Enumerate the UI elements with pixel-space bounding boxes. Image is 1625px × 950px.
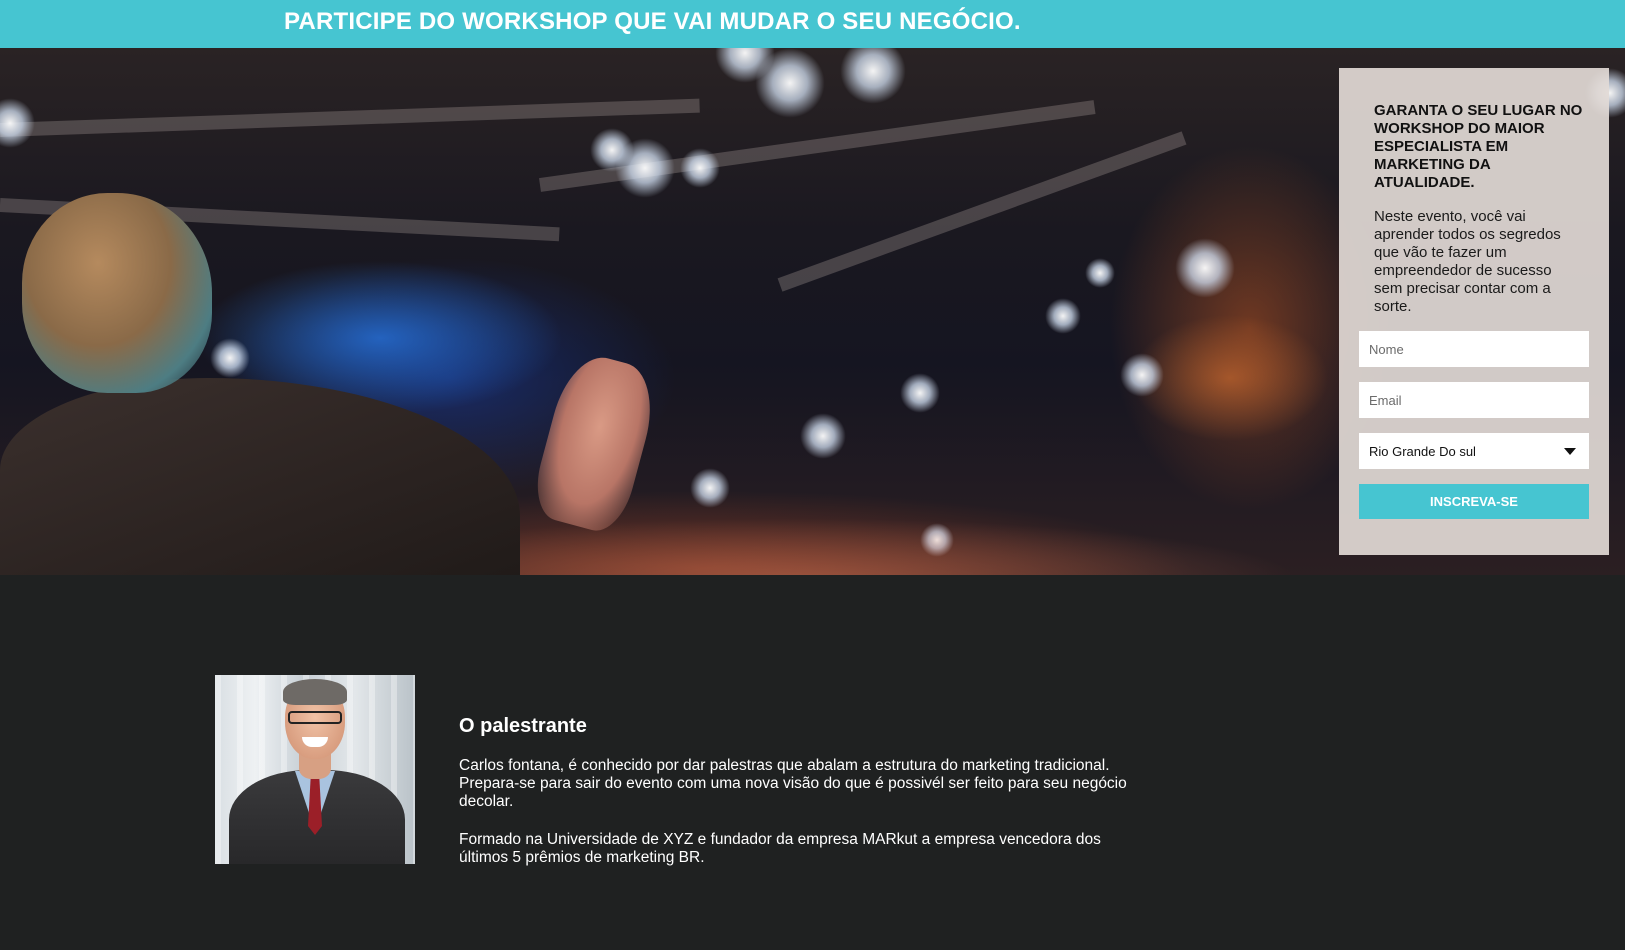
state-select[interactable]: Rio Grande Do sul bbox=[1359, 433, 1589, 469]
stage-light bbox=[1085, 258, 1115, 288]
signup-form-card: GARANTA O SEU LUGAR NO WORKSHOP DO MAIOR… bbox=[1339, 68, 1609, 555]
stage-light bbox=[900, 373, 940, 413]
stage-truss bbox=[777, 131, 1187, 292]
state-select-value: Rio Grande Do sul bbox=[1369, 443, 1476, 459]
speaker-hand bbox=[527, 348, 664, 538]
speaker-bio-paragraph: Carlos fontana, é conhecido por dar pale… bbox=[459, 757, 1127, 810]
stage-light bbox=[755, 48, 825, 118]
form-description: Neste evento, você vai aprender todos os… bbox=[1374, 208, 1561, 315]
speaker-bio-paragraph: Formado na Universidade de XYZ e fundado… bbox=[459, 831, 1101, 866]
speaker-glasses bbox=[288, 711, 342, 724]
name-input[interactable] bbox=[1359, 331, 1589, 367]
stage-light bbox=[1045, 298, 1081, 334]
stage-light bbox=[210, 338, 250, 378]
stage-truss bbox=[0, 98, 700, 137]
stage-light bbox=[590, 128, 634, 172]
landing-page: PARTICIPE DO WORKSHOP QUE VAI MUDAR O SE… bbox=[0, 0, 1625, 950]
stage-light bbox=[1120, 353, 1164, 397]
speaker-photo bbox=[215, 675, 415, 864]
speaker-section: O palestrante Carlos fontana, é conhecid… bbox=[0, 575, 1625, 950]
form-heading: GARANTA O SEU LUGAR NO WORKSHOP DO MAIOR… bbox=[1374, 102, 1583, 191]
speaker-section-title: O palestrante bbox=[459, 715, 587, 737]
banner-headline: PARTICIPE DO WORKSHOP QUE VAI MUDAR O SE… bbox=[284, 8, 1021, 35]
top-banner: PARTICIPE DO WORKSHOP QUE VAI MUDAR O SE… bbox=[0, 0, 1625, 48]
email-input[interactable] bbox=[1359, 382, 1589, 418]
chevron-down-icon bbox=[1564, 448, 1576, 455]
speaker-head bbox=[22, 193, 212, 393]
subscribe-button[interactable]: INSCREVA-SE bbox=[1359, 484, 1589, 519]
stage-light bbox=[690, 468, 730, 508]
speaker-hair bbox=[283, 679, 347, 705]
stage-light bbox=[680, 148, 720, 188]
stage-light bbox=[800, 413, 846, 459]
stage-light bbox=[1175, 238, 1235, 298]
stage-light bbox=[840, 48, 906, 104]
stage-light bbox=[0, 98, 35, 148]
speaker-silhouette bbox=[0, 378, 520, 575]
